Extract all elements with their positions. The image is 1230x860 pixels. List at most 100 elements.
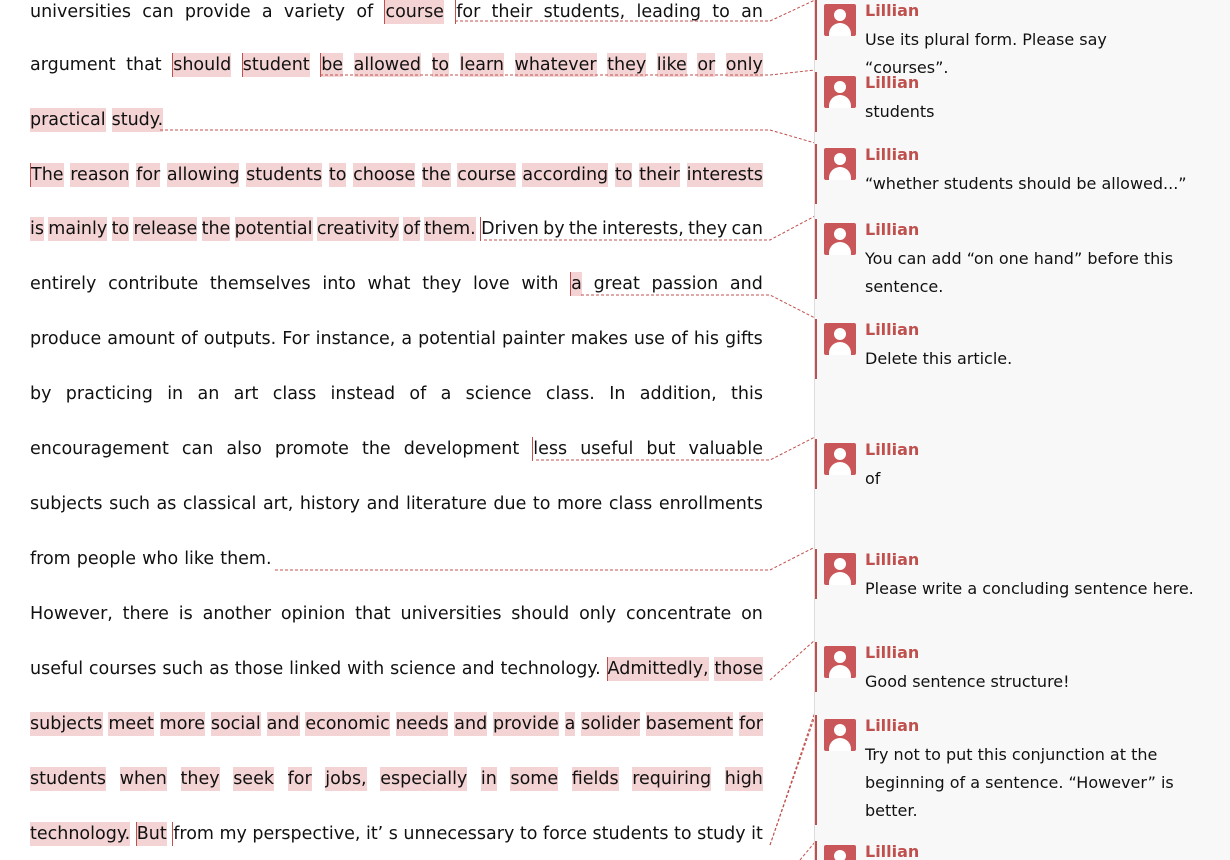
highlighted-word: they xyxy=(607,53,647,77)
comment-marker-bar xyxy=(815,219,817,299)
document-line: subjects meet more social and economic needs an… xyxy=(30,712,763,736)
word: also xyxy=(226,439,262,459)
word: who xyxy=(142,549,179,569)
word: of xyxy=(356,2,374,22)
document-line: useful courses such as those linked with scienc… xyxy=(30,657,763,681)
word: outputs. xyxy=(203,329,277,349)
word: by xyxy=(543,219,565,239)
word: encouragement xyxy=(30,439,169,459)
comment-balloon[interactable]: Lillian “whether students should be allo… xyxy=(815,144,1230,204)
comment-balloon[interactable]: Lillian Try not to put this conjunction a… xyxy=(815,715,1230,825)
word: in xyxy=(167,384,184,404)
document-line: from people who like them. xyxy=(30,547,763,571)
word: into xyxy=(322,274,356,294)
highlighted-word: solider xyxy=(581,712,640,736)
highlighted-word: for xyxy=(738,712,763,736)
comment-text[interactable]: students xyxy=(865,98,1195,126)
user-avatar-icon xyxy=(824,76,856,108)
comment-marker-bar xyxy=(815,319,817,379)
comment-marker-bar xyxy=(815,642,817,692)
highlighted-word: choose xyxy=(353,163,416,187)
word: and xyxy=(729,274,763,294)
user-avatar-icon xyxy=(824,148,856,180)
comment-pane[interactable]: Lillian Use its plural form. Please say “… xyxy=(814,0,1230,860)
word: to xyxy=(532,494,551,514)
comment-text[interactable]: of xyxy=(865,465,1195,493)
highlighted-word: more xyxy=(159,712,205,736)
comment-text[interactable]: Try not to put this conjunction at the b… xyxy=(865,741,1195,825)
word: but xyxy=(646,439,676,459)
comment-balloon[interactable]: Lillian of xyxy=(815,439,1230,489)
highlighted-word: according xyxy=(522,163,609,187)
comment-balloon[interactable]: Lillian Please write a concluding sentenc… xyxy=(815,549,1230,599)
word: development xyxy=(403,439,520,459)
highlighted-word: the xyxy=(421,163,451,187)
word: from xyxy=(172,822,214,846)
highlighted-word: social xyxy=(210,712,261,736)
document-page[interactable]: universities can provide a variety of course fo… xyxy=(0,0,815,860)
user-avatar-icon xyxy=(824,646,856,678)
document-line: entirely contribute themselves into what they… xyxy=(30,272,763,296)
comment-author: Lillian xyxy=(865,716,920,735)
highlighted-word: seek xyxy=(233,767,274,791)
word: instance, xyxy=(315,329,396,349)
comment-marker-bar xyxy=(815,715,817,825)
highlighted-word: provide xyxy=(493,712,559,736)
comment-text[interactable]: Please write a concluding sentence here. xyxy=(865,575,1195,603)
word: perspective, xyxy=(252,824,361,844)
word: another xyxy=(202,604,272,624)
word: only xyxy=(579,604,617,624)
word: they xyxy=(688,219,728,239)
highlighted-word: jobs, xyxy=(325,767,367,791)
word: to xyxy=(519,824,538,844)
word: force xyxy=(542,824,587,844)
word: entirely xyxy=(30,274,97,294)
word: that xyxy=(355,604,391,624)
comment-balloon[interactable]: Lillian Use its plural form. Please say “… xyxy=(815,0,1230,77)
word: painter xyxy=(502,329,565,349)
highlighted-word: and xyxy=(266,712,300,736)
highlighted-word: some xyxy=(510,767,559,791)
word: variety xyxy=(283,2,346,22)
highlighted-word: be xyxy=(320,53,344,77)
comment-marker-bar xyxy=(815,72,817,132)
word: makes xyxy=(570,329,628,349)
comment-text[interactable]: You can add “on one hand” before this se… xyxy=(865,245,1195,301)
user-avatar-icon xyxy=(824,719,856,751)
word: them. xyxy=(220,549,272,569)
highlighted-word: The xyxy=(30,163,64,187)
highlighted-word: should xyxy=(172,53,232,77)
comment-balloon[interactable]: Lillian students xyxy=(815,72,1230,132)
comment-balloon[interactable]: Lillian Delete this article. xyxy=(815,319,1230,379)
comment-balloon[interactable]: Lillian You can add “on one hand” before … xyxy=(815,219,1230,299)
highlighted-word: mainly xyxy=(48,217,108,241)
highlighted-word: is xyxy=(30,217,44,241)
comment-balloon[interactable]: Lillian xyxy=(815,841,1230,860)
word: universities xyxy=(400,604,502,624)
word: promote xyxy=(274,439,349,459)
word: study xyxy=(697,824,746,844)
word: useful xyxy=(580,439,634,459)
word: a xyxy=(440,384,452,404)
document-line: by practicing in an art class instead of a scienc… xyxy=(30,382,763,406)
comment-text[interactable]: Good sentence structure! xyxy=(865,668,1195,696)
comment-balloon[interactable]: Lillian Good sentence structure! xyxy=(815,642,1230,692)
word: there xyxy=(122,604,169,624)
highlighted-word: study. xyxy=(111,108,164,132)
word: the xyxy=(361,439,391,459)
comment-text[interactable]: “whether students should be allowed...” xyxy=(865,170,1195,198)
word: such xyxy=(162,659,204,679)
highlighted-word: students xyxy=(246,163,323,187)
highlighted-word: technology. xyxy=(30,822,131,846)
comment-marker-bar xyxy=(815,439,817,489)
document-line: technology. But from my perspective, it’ s unne… xyxy=(30,822,763,846)
document-line: However, there is another opinion that univers… xyxy=(30,602,763,626)
word: art, xyxy=(262,494,294,514)
document-line: encouragement can also promote the developmen… xyxy=(30,437,763,461)
word: linked xyxy=(289,659,342,679)
word: due xyxy=(493,494,527,514)
comment-author: Lillian xyxy=(865,842,920,860)
word: what xyxy=(367,274,411,294)
highlighted-word: practical xyxy=(30,108,106,132)
comment-text[interactable]: Delete this article. xyxy=(865,345,1195,373)
